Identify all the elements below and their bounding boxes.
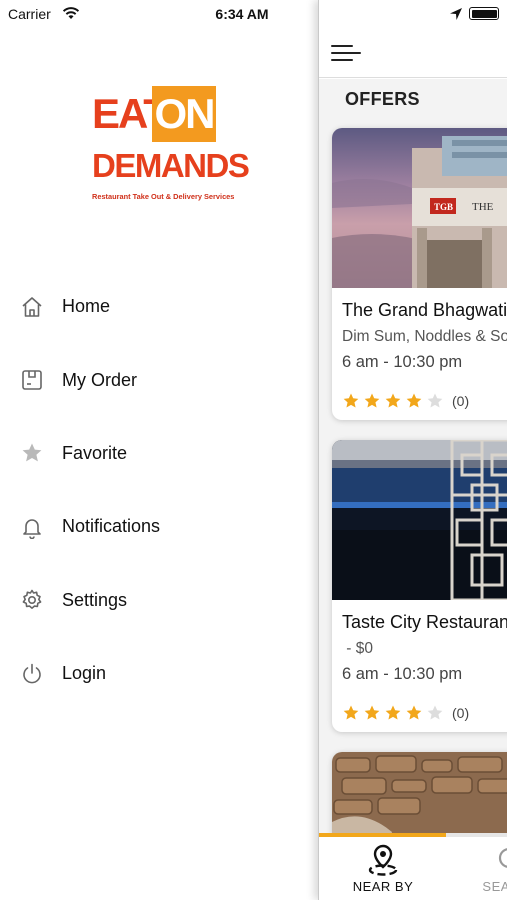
menu-item-favorite[interactable]: Favorite (0, 417, 318, 490)
bell-icon (20, 515, 44, 539)
menu-item-notifications[interactable]: Notifications (0, 490, 318, 563)
menu-item-home[interactable]: Home (0, 270, 318, 343)
rating-stars (342, 392, 444, 410)
location-arrow-icon (450, 8, 462, 20)
menu-item-label: Home (62, 296, 111, 317)
restaurant-cuisine: Dim Sum, Noddles & Soups (342, 328, 507, 345)
menu-item-label: My Order (62, 369, 138, 390)
star-filled-icon (406, 393, 422, 408)
menu-item-settings[interactable]: Settings (0, 564, 318, 637)
app-logo: EAT ON DEMANDS Restaurant Take Out & Del… (92, 86, 250, 210)
drawer-menu: Home My Order Favorite Notifications Set… (0, 270, 318, 710)
order-icon (20, 368, 44, 392)
status-bar-right (319, 0, 507, 30)
star-filled-icon (406, 705, 422, 720)
home-icon (20, 295, 44, 319)
restaurant-image: TGB THE (332, 128, 507, 288)
tab-near-by[interactable]: NEAR BY (319, 837, 447, 900)
menu-item-label: Favorite (62, 442, 128, 463)
restaurant-name: The Grand Bhagwati (342, 300, 507, 320)
star-filled-icon (364, 705, 380, 720)
star-filled-icon (364, 393, 380, 408)
star-filled-icon (343, 393, 359, 408)
rating-count: (0) (452, 393, 470, 409)
top-bar (319, 30, 507, 78)
restaurant-name: Taste City Restaurant (342, 612, 507, 632)
star-empty-icon (427, 393, 443, 408)
power-icon (20, 662, 44, 686)
restaurant-hours: 6 am - 10:30 pm (342, 353, 463, 371)
restaurant-cuisine: - $0 (342, 640, 374, 657)
svg-text:TGB: TGB (434, 202, 453, 212)
location-pin-icon (368, 844, 398, 876)
restaurant-card[interactable]: Taste City Restaurant - $0 6 am - 10:30 … (332, 440, 507, 732)
rating-count: (0) (452, 705, 470, 721)
section-title: OFFERS (345, 89, 420, 109)
status-bar: Carrier 6:34 AM (0, 0, 318, 30)
rating-stars (342, 704, 444, 722)
logo-tagline: Restaurant Take Out & Delivery Services (92, 192, 235, 201)
battery-icon (469, 7, 499, 20)
menu-item-label: Settings (62, 589, 128, 610)
menu-item-label: Notifications (62, 516, 161, 537)
star-icon (20, 441, 44, 465)
star-filled-icon (385, 393, 401, 408)
tab-label: NEAR BY (352, 879, 414, 894)
bottom-tab-bar: NEAR BY SEARCH (319, 837, 507, 900)
tab-label: SEARCH (482, 879, 507, 894)
star-empty-icon (427, 705, 443, 720)
tab-search[interactable]: SEARCH (447, 837, 507, 900)
star-filled-icon (343, 705, 359, 720)
restaurant-hours: 6 am - 10:30 pm (342, 665, 463, 683)
gear-icon (20, 588, 44, 612)
restaurant-image (332, 440, 507, 600)
logo-text-demands: DEMANDS (92, 147, 250, 184)
menu-item-label: Login (62, 663, 107, 684)
menu-item-my-order[interactable]: My Order (0, 343, 318, 416)
logo-text-eat: EAT (92, 86, 169, 142)
restaurant-card[interactable]: TGB THE The Grand Bhagwati Dim Sum, Nodd… (332, 128, 507, 420)
main-panel[interactable]: OFFERS TGB THE The Grand Bhagwati Dim Su… (318, 0, 507, 900)
offers-list[interactable]: OFFERS TGB THE The Grand Bhagwati Dim Su… (319, 79, 507, 872)
navigation-drawer: Carrier 6:34 AM EAT ON DEMANDS Restauran… (0, 0, 318, 900)
menu-item-login[interactable]: Login (0, 637, 318, 710)
hamburger-menu-icon[interactable] (331, 42, 361, 64)
search-icon (498, 848, 507, 868)
logo-text-on: ON (152, 86, 216, 142)
star-filled-icon (385, 705, 401, 720)
image-sign-text: THE (472, 201, 494, 213)
